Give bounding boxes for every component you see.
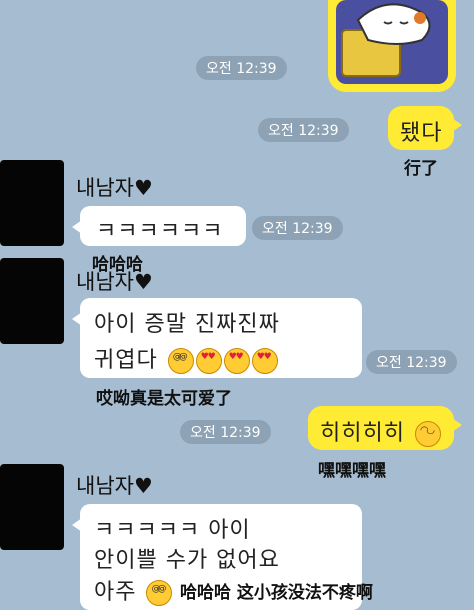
message-text-line: 아이 증말 진짜진짜 [94, 312, 280, 337]
timestamp: 오전 12:39 [258, 118, 349, 142]
message-text-line: ㅋㅋㅋㅋㅋ 아이 [94, 518, 251, 543]
timestamp: 오전 12:39 [180, 420, 271, 444]
timestamp: 오전 12:39 [252, 216, 343, 240]
message-text: 됐다 [400, 121, 443, 146]
sender-name: 내남자♥ [76, 270, 153, 294]
message-text: 귀엽다 [94, 348, 158, 373]
timestamp: 오전 12:39 [196, 56, 287, 80]
translation-caption: 哎呦真是太可爱了 [96, 389, 232, 409]
translation-caption: 行了 [404, 159, 438, 179]
translation-caption: 哈哈哈 这小孩没法不疼啊 [180, 583, 373, 603]
my-message-bubble[interactable]: 됐다 [388, 106, 462, 150]
heart-eyes-emoji-icon [251, 348, 278, 374]
translation-caption: 嘿嘿嘿嘿 [318, 461, 386, 481]
avatar[interactable] [0, 160, 64, 246]
sleeping-cat-sticker-icon [336, 0, 448, 84]
message-text-line: 안이쁠 수가 없어요 [94, 548, 280, 573]
heart-eyes-emoji-icon [223, 348, 250, 374]
sleeping-cat-sticker[interactable] [328, 0, 456, 92]
message-text: ㅋㅋㅋㅋㅋㅋ [96, 219, 224, 244]
heart-eyes-emoji-icon [195, 348, 222, 374]
their-message-bubble[interactable]: 아이 증말 진짜진짜 귀엽다 [72, 298, 362, 378]
their-message-bubble[interactable]: ㅋㅋㅋㅋㅋㅋ [72, 206, 246, 246]
message-text-content: 히히히히 [320, 421, 405, 446]
message-text-line: 아주 [94, 574, 173, 606]
sender-name: 내남자♥ [76, 474, 153, 498]
my-message-bubble[interactable]: 히히히히 [308, 406, 462, 450]
avatar[interactable] [0, 258, 64, 344]
sender-name: 내남자♥ [76, 176, 153, 200]
message-text: 히히히히 [320, 415, 441, 447]
dizzy-emoji-icon [167, 348, 194, 374]
message-text-line: 귀엽다 [94, 342, 278, 374]
wink-emoji-icon [414, 421, 441, 447]
avatar[interactable] [0, 464, 64, 550]
message-text: 아주 [94, 580, 137, 605]
timestamp: 오전 12:39 [366, 350, 457, 374]
dizzy-emoji-icon [146, 580, 173, 606]
